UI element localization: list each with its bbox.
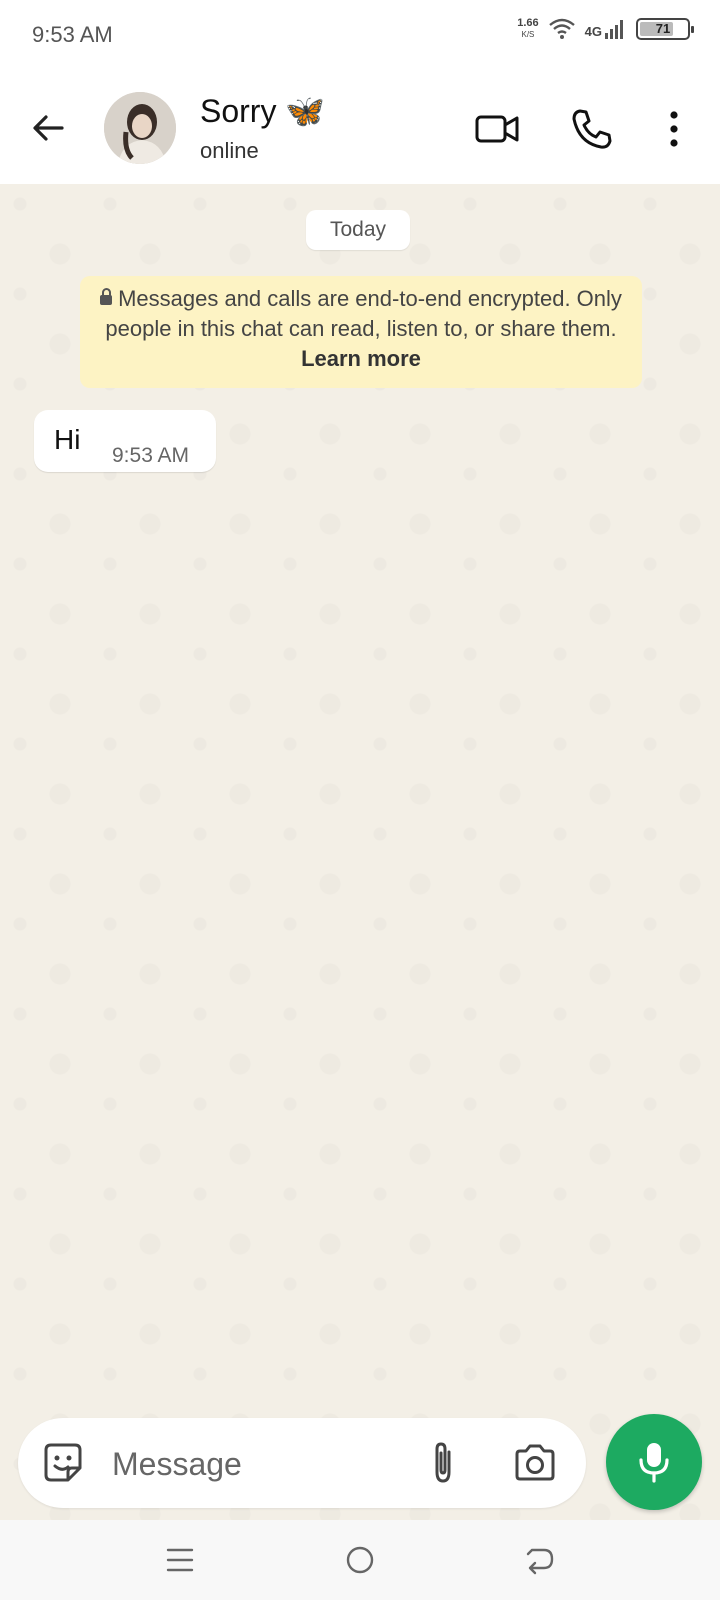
network-speed: 1.66 K/S <box>517 18 538 40</box>
status-icons: 1.66 K/S 4G 71 <box>517 18 694 40</box>
sticker-icon[interactable] <box>40 1440 86 1486</box>
video-call-icon[interactable] <box>474 106 520 152</box>
arrow-left-icon[interactable] <box>28 108 68 148</box>
status-bar: 9:53 AM 1.66 K/S 4G 71 <box>0 0 720 72</box>
home-icon[interactable] <box>340 1540 380 1580</box>
chat-header: Sorry 🦋 online <box>0 72 720 184</box>
paperclip-icon[interactable] <box>420 1440 466 1486</box>
network-speed-value: 1.66 <box>517 17 539 29</box>
message-bubble[interactable]: Hi 9:53 AM <box>34 410 216 472</box>
more-vert-icon[interactable] <box>654 106 694 152</box>
network-type: 4G <box>584 24 602 39</box>
system-nav-bar <box>0 1520 720 1600</box>
battery-percent: 71 <box>655 21 671 36</box>
camera-icon[interactable] <box>512 1440 558 1486</box>
wifi-icon <box>548 18 575 39</box>
avatar[interactable] <box>104 92 176 164</box>
voice-message-button[interactable] <box>606 1414 702 1510</box>
lock-icon <box>100 288 113 305</box>
battery-icon: 71 <box>636 18 694 40</box>
message-input[interactable] <box>110 1438 404 1490</box>
contact-name[interactable]: Sorry 🦋 <box>200 92 325 130</box>
learn-more-link[interactable]: Learn more <box>301 346 421 371</box>
recent-apps-icon[interactable] <box>160 1540 200 1580</box>
message-text: Hi <box>54 424 81 455</box>
mic-icon <box>639 1443 669 1483</box>
message-time: 9:53 AM <box>112 444 190 467</box>
network-speed-unit: K/S <box>521 30 535 39</box>
encryption-notice[interactable]: Messages and calls are end-to-end encryp… <box>80 276 642 388</box>
contact-status: online <box>200 138 259 163</box>
date-chip: Today <box>306 210 410 250</box>
back-nav-icon[interactable] <box>520 1540 560 1580</box>
phone-icon[interactable] <box>568 106 614 152</box>
encryption-notice-text: Messages and calls are end-to-end encryp… <box>105 286 622 341</box>
message-composer <box>18 1418 586 1508</box>
status-time: 9:53 AM <box>32 22 113 47</box>
chat-area[interactable]: Today Messages and calls are end-to-end … <box>0 184 720 1520</box>
signal-icon <box>605 20 623 39</box>
